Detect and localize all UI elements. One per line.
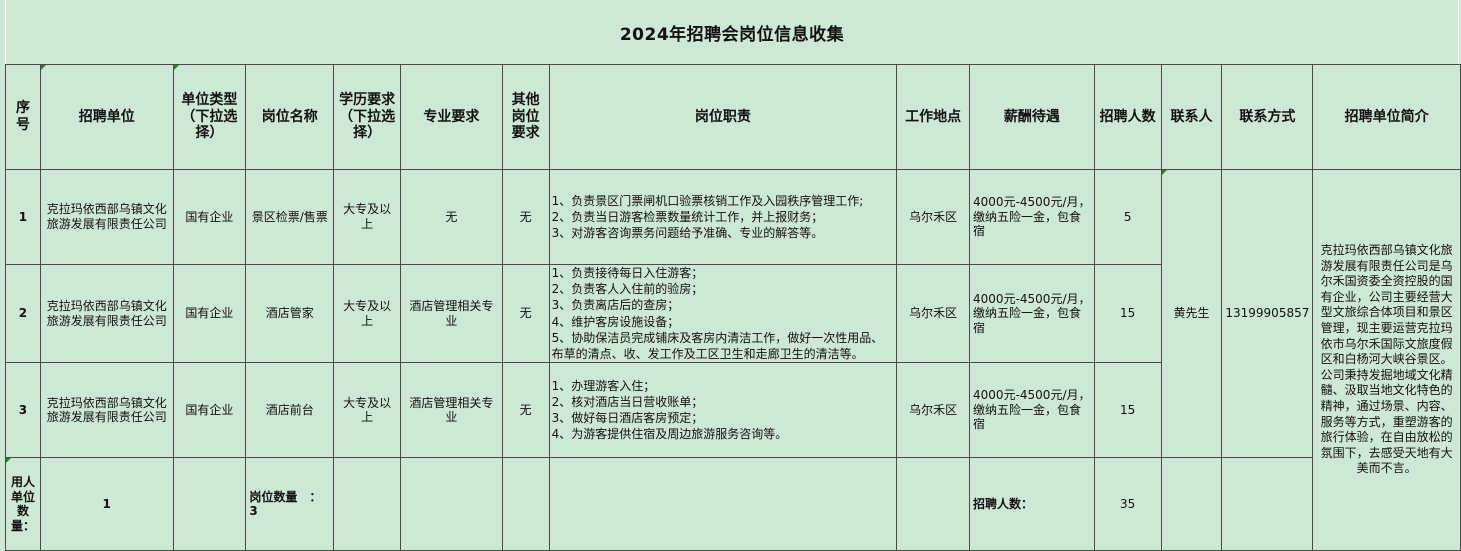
unit-count-label[interactable]: 用人单位数量： [5, 457, 41, 551]
cell-location[interactable]: 乌尔禾区 [896, 169, 971, 265]
header-other[interactable]: 其他岗位要求 [501, 64, 550, 170]
duty-line: 3、做好每日酒店客房预定； [551, 411, 704, 426]
cell-intro[interactable]: 克拉玛依西部乌镇文化旅游发展有限责任公司是乌尔禾国资委全资控股的国有企业，公司主… [1312, 168, 1461, 551]
cell-duties[interactable]: 1、负责接待每日入住游客； 2、负责客人入住前的验房； 3、负责离店后的查房； … [548, 263, 898, 364]
cell-position[interactable]: 酒店管家 [245, 263, 335, 364]
sheet-title: 2024年招聘会岗位信息收集 [5, 0, 1459, 64]
duty-line: 4、为游客提供住宿及周边旅游服务咨询等。 [551, 427, 788, 442]
duty-line: 1、办理游客入住； [551, 378, 656, 393]
cell-position[interactable]: 景区检票/售票 [245, 169, 335, 265]
cell-company[interactable]: 克拉玛依西部乌镇文化旅游发展有限责任公司 [39, 169, 174, 265]
hire-total-value[interactable]: 35 [1093, 457, 1162, 551]
header-contact[interactable]: 联系人 [1160, 64, 1223, 170]
duty-line: 2、核对酒店当日营收账单； [551, 394, 704, 409]
cell-duties[interactable]: 1、办理游客入住； 2、核对酒店当日营收账单； 3、做好每日酒店客房预定； 4、… [548, 362, 898, 459]
cell-unit-type[interactable]: 国有企业 [172, 169, 247, 265]
empty-cell[interactable] [400, 457, 503, 551]
empty-cell[interactable] [172, 457, 247, 551]
duty-line: 2、负责客人入住前的验房； [551, 282, 704, 297]
cell-company[interactable]: 克拉玛依西部乌镇文化旅游发展有限责任公司 [39, 263, 174, 364]
cell-unit-type[interactable]: 国有企业 [172, 362, 247, 459]
cell-company[interactable]: 克拉玛依西部乌镇文化旅游发展有限责任公司 [39, 362, 174, 459]
jobs-table: 序号 招聘单位 单位类型（下拉选择） 岗位名称 学历要求（下拉选择） 专业要求 … [5, 64, 1461, 551]
cell-major[interactable]: 酒店管理相关专业 [400, 263, 503, 364]
unit-count-value[interactable]: 1 [39, 457, 174, 551]
cell-location[interactable]: 乌尔禾区 [896, 263, 971, 364]
hire-total-label[interactable]: 招聘人数： [969, 457, 1095, 551]
duty-line: 1、负责接待每日入住游客； [551, 266, 704, 280]
cell-phone[interactable]: 13199905857 [1221, 168, 1314, 459]
header-company[interactable]: 招聘单位 [39, 64, 174, 170]
cell-other[interactable]: 无 [501, 362, 550, 459]
cell-location[interactable]: 乌尔禾区 [896, 362, 971, 459]
cell-major[interactable]: 无 [400, 169, 503, 265]
header-position[interactable]: 岗位名称 [245, 64, 335, 170]
duty-line: 1、负责景区门票闸机口验票核销工作及入园秩序管理工作; [551, 193, 864, 208]
duty-line: 5、协助保洁员完成铺床及客房内清洁工作，做好一次性用品、布草的清点、收、发工作及… [551, 330, 884, 361]
position-count-label: 岗位数量 ： [249, 489, 322, 504]
header-major[interactable]: 专业要求 [400, 64, 503, 170]
empty-cell[interactable] [333, 457, 402, 551]
empty-cell[interactable] [1221, 457, 1314, 551]
position-count-value: 3 [249, 504, 258, 519]
cell-education[interactable]: 大专及以上 [333, 263, 402, 364]
position-count-cell[interactable]: 岗位数量 ： 3 [245, 457, 335, 551]
cell-position[interactable]: 酒店前台 [245, 362, 335, 459]
header-education[interactable]: 学历要求（下拉选择） [333, 64, 402, 170]
duty-line: 4、维护客房设施设备； [551, 314, 680, 329]
cell-education[interactable]: 大专及以上 [333, 169, 402, 265]
summary-row: 用人单位数量： 1 岗位数量 ： 3 招聘人数： 35 [5, 457, 1461, 551]
header-seq[interactable]: 序号 [5, 64, 41, 170]
header-phone[interactable]: 联系方式 [1221, 64, 1314, 170]
header-location[interactable]: 工作地点 [896, 64, 971, 170]
cell-count[interactable]: 15 [1093, 263, 1162, 364]
duty-line: 3、对游客咨询票务问题给予准确、专业的解答等。 [551, 226, 824, 241]
cell-duties[interactable]: 1、负责景区门票闸机口验票核销工作及入园秩序管理工作; 2、负责当日游客检票数量… [548, 169, 898, 265]
header-count[interactable]: 招聘人数 [1093, 64, 1162, 170]
empty-cell[interactable] [1160, 457, 1223, 551]
spreadsheet: 2024年招聘会岗位信息收集 序号 招聘单位 单位类型（下拉选择） 岗位名称 学… [0, 0, 1461, 551]
table-row: 1 克拉玛依西部乌镇文化旅游发展有限责任公司 国有企业 景区检票/售票 大专及以… [5, 168, 1461, 551]
duty-line: 2、负责当日游客检票数量统计工作，并上报财务； [551, 209, 824, 224]
empty-cell[interactable] [896, 457, 971, 551]
cell-seq[interactable]: 3 [5, 362, 41, 459]
cell-other[interactable]: 无 [501, 169, 550, 265]
cell-salary[interactable]: 4000元-4500元/月，缴纳五险一金，包食宿 [969, 169, 1095, 265]
cell-salary[interactable]: 4000元-4500元/月，缴纳五险一金，包食宿 [969, 263, 1095, 364]
cell-other[interactable]: 无 [501, 263, 550, 364]
empty-cell[interactable] [548, 457, 898, 551]
cell-major[interactable]: 酒店管理相关专业 [400, 362, 503, 459]
header-unit-type[interactable]: 单位类型（下拉选择） [172, 64, 247, 170]
header-salary[interactable]: 薪酬待遇 [969, 64, 1095, 170]
header-duties[interactable]: 岗位职责 [548, 64, 898, 170]
cell-unit-type[interactable]: 国有企业 [172, 263, 247, 364]
cell-education[interactable]: 大专及以上 [333, 362, 402, 459]
cell-count[interactable]: 15 [1093, 362, 1162, 459]
header-intro[interactable]: 招聘单位简介 [1312, 64, 1461, 170]
duty-line: 3、负责离店后的查房； [551, 298, 680, 313]
cell-contact[interactable]: 黄先生 [1160, 168, 1223, 459]
header-row: 序号 招聘单位 单位类型（下拉选择） 岗位名称 学历要求（下拉选择） 专业要求 … [5, 64, 1461, 170]
empty-cell[interactable] [501, 457, 550, 551]
cell-seq[interactable]: 2 [5, 263, 41, 364]
cell-salary[interactable]: 4000元-4500元/月，缴纳五险一金，包食宿 [969, 362, 1095, 459]
cell-count[interactable]: 5 [1093, 169, 1162, 265]
cell-seq[interactable]: 1 [5, 169, 41, 265]
